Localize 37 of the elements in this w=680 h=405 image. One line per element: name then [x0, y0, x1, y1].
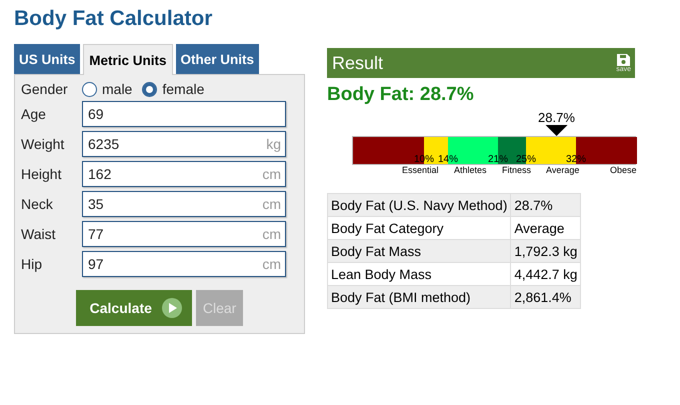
table-cell: 28.7% [510, 194, 581, 216]
field-label: Age [21, 106, 47, 122]
table-cell: Body Fat Mass [328, 240, 511, 262]
calculate-button[interactable]: Calculate [76, 290, 192, 326]
radio-label[interactable]: female [162, 81, 204, 97]
input-field[interactable]: 97 cm [82, 251, 286, 277]
page-title: Body Fat Calculator [14, 6, 214, 32]
field-label: Gender [21, 81, 69, 97]
play-icon [162, 298, 182, 318]
table-cell: Body Fat (U.S. Navy Method) [328, 194, 511, 216]
input-field[interactable]: 69 [82, 101, 286, 127]
input-field[interactable]: 6235 kg [82, 131, 286, 157]
field-label: Waist [21, 226, 56, 242]
input-field[interactable]: 162 cm [82, 161, 286, 187]
field-label: Height [21, 166, 62, 182]
table-cell: 2,861.4% [510, 286, 581, 308]
radio-label[interactable]: male [102, 81, 132, 97]
table-cell: 1,792.3 kg [510, 240, 581, 262]
units-tab[interactable]: Metric Units [83, 44, 173, 75]
result-title: Result [332, 52, 384, 74]
category-label: Athletes [454, 165, 488, 175]
category-label: Average [546, 165, 580, 175]
radio-button[interactable] [142, 82, 158, 96]
input-field[interactable]: 77 cm [82, 221, 286, 247]
input-field[interactable]: 35 cm [82, 191, 286, 217]
category-label: Obese [610, 165, 638, 175]
body-fat-result: Body Fat: 28.7% [327, 84, 475, 106]
field-label: Hip [21, 256, 44, 272]
field-label: Neck [21, 196, 54, 212]
marker-label: 28.7% [538, 110, 575, 125]
radio-button[interactable] [82, 82, 97, 96]
category-label: Essential [402, 165, 440, 175]
table-cell: Body Fat (BMI method) [328, 286, 511, 308]
units-tab[interactable]: US Units [14, 44, 80, 74]
field-label: Weight [21, 136, 66, 152]
category-label: Fitness [502, 165, 532, 175]
units-tab[interactable]: Other Units [176, 44, 260, 74]
